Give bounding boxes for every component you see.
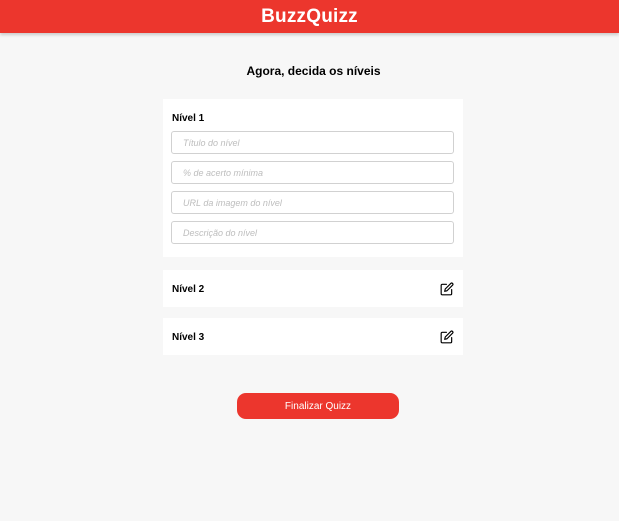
level-image-url-input[interactable] — [171, 191, 454, 214]
level-3-title: Nível 3 — [172, 332, 205, 343]
level-description-input[interactable] — [171, 221, 454, 244]
level-card-3[interactable]: Nível 3 — [163, 318, 463, 355]
level-2-title: Nível 2 — [172, 284, 205, 295]
app-logo-text: BuzzQuizz — [261, 5, 358, 27]
edit-icon[interactable] — [440, 330, 454, 344]
min-score-input[interactable] — [171, 161, 454, 184]
app-header: BuzzQuizz — [0, 0, 619, 33]
level-1-title: Nível 1 — [172, 113, 205, 124]
edit-icon[interactable] — [440, 282, 454, 296]
level-card-2[interactable]: Nível 2 — [163, 270, 463, 307]
level-card-1: Nível 1 — [163, 99, 463, 257]
page-title: Agora, decida os níveis — [246, 64, 381, 78]
level-title-input[interactable] — [171, 131, 454, 154]
finish-quiz-button[interactable]: Finalizar Quizz — [237, 393, 399, 419]
